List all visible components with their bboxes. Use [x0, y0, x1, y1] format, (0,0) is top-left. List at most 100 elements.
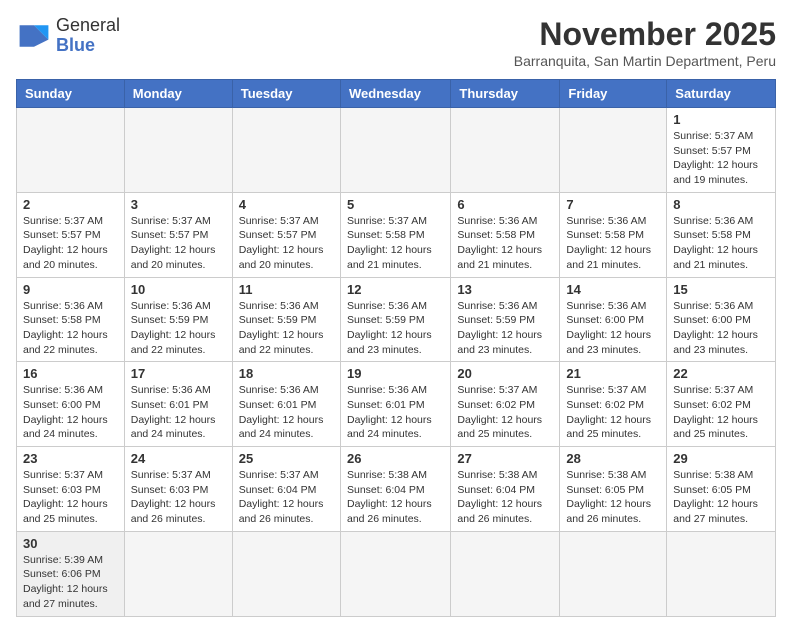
day-number: 14 — [566, 282, 660, 297]
day-info: Sunrise: 5:36 AM Sunset: 5:58 PM Dayligh… — [457, 214, 553, 273]
calendar-cell: 20 Sunrise: 5:37 AM Sunset: 6:02 PM Dayli… — [451, 362, 560, 447]
day-number: 10 — [131, 282, 226, 297]
day-info: Sunrise: 5:38 AM Sunset: 6:04 PM Dayligh… — [457, 468, 553, 527]
day-info: Sunrise: 5:36 AM Sunset: 5:59 PM Dayligh… — [347, 299, 444, 358]
calendar-cell — [451, 108, 560, 193]
calendar-cell — [667, 531, 776, 616]
day-info: Sunrise: 5:37 AM Sunset: 5:57 PM Dayligh… — [131, 214, 226, 273]
calendar-cell: 14 Sunrise: 5:36 AM Sunset: 6:00 PM Dayli… — [560, 277, 667, 362]
calendar-cell: 26 Sunrise: 5:38 AM Sunset: 6:04 PM Dayli… — [340, 447, 450, 532]
day-number: 4 — [239, 197, 334, 212]
day-info: Sunrise: 5:36 AM Sunset: 6:01 PM Dayligh… — [239, 383, 334, 442]
day-info: Sunrise: 5:38 AM Sunset: 6:04 PM Dayligh… — [347, 468, 444, 527]
calendar-week-row: 23 Sunrise: 5:37 AM Sunset: 6:03 PM Dayli… — [17, 447, 776, 532]
day-info: Sunrise: 5:36 AM Sunset: 5:59 PM Dayligh… — [457, 299, 553, 358]
day-number: 21 — [566, 366, 660, 381]
calendar-cell: 16 Sunrise: 5:36 AM Sunset: 6:00 PM Dayli… — [17, 362, 125, 447]
calendar-cell — [17, 108, 125, 193]
logo-text: General Blue — [56, 16, 120, 56]
calendar-cell — [124, 531, 232, 616]
day-number: 29 — [673, 451, 769, 466]
header: General Blue November 2025 Barranquita, … — [16, 16, 776, 69]
day-number: 24 — [131, 451, 226, 466]
calendar-week-row: 30Sunrise: 5:39 AM Sunset: 6:06 PM Dayli… — [17, 531, 776, 616]
calendar-cell — [340, 531, 450, 616]
day-info: Sunrise: 5:36 AM Sunset: 6:00 PM Dayligh… — [23, 383, 118, 442]
weekday-header-sunday: Sunday — [17, 80, 125, 108]
calendar-week-row: 9 Sunrise: 5:36 AM Sunset: 5:58 PM Daylig… — [17, 277, 776, 362]
day-info: Sunrise: 5:37 AM Sunset: 6:02 PM Dayligh… — [566, 383, 660, 442]
day-info: Sunrise: 5:36 AM Sunset: 5:59 PM Dayligh… — [239, 299, 334, 358]
logo: General Blue — [16, 16, 120, 56]
day-number: 20 — [457, 366, 553, 381]
day-number: 25 — [239, 451, 334, 466]
location-subtitle: Barranquita, San Martin Department, Peru — [514, 53, 776, 69]
calendar-cell: 24 Sunrise: 5:37 AM Sunset: 6:03 PM Dayli… — [124, 447, 232, 532]
logo-icon — [16, 18, 52, 54]
day-number: 8 — [673, 197, 769, 212]
day-info: Sunrise: 5:36 AM Sunset: 6:01 PM Dayligh… — [347, 383, 444, 442]
calendar-cell: 8 Sunrise: 5:36 AM Sunset: 5:58 PM Daylig… — [667, 192, 776, 277]
calendar-cell: 27Sunrise: 5:38 AM Sunset: 6:04 PM Dayli… — [451, 447, 560, 532]
calendar-cell: 19 Sunrise: 5:36 AM Sunset: 6:01 PM Dayli… — [340, 362, 450, 447]
day-number: 6 — [457, 197, 553, 212]
day-info: Sunrise: 5:37 AM Sunset: 6:02 PM Dayligh… — [457, 383, 553, 442]
calendar-week-row: 2 Sunrise: 5:37 AM Sunset: 5:57 PM Daylig… — [17, 192, 776, 277]
calendar-cell: 12 Sunrise: 5:36 AM Sunset: 5:59 PM Dayli… — [340, 277, 450, 362]
day-number: 11 — [239, 282, 334, 297]
day-info: Sunrise: 5:36 AM Sunset: 6:00 PM Dayligh… — [566, 299, 660, 358]
calendar-cell: 22 Sunrise: 5:37 AM Sunset: 6:02 PM Dayli… — [667, 362, 776, 447]
day-number: 3 — [131, 197, 226, 212]
day-info: Sunrise: 5:36 AM Sunset: 5:58 PM Dayligh… — [673, 214, 769, 273]
day-number: 22 — [673, 366, 769, 381]
day-info: Sunrise: 5:37 AM Sunset: 5:58 PM Dayligh… — [347, 214, 444, 273]
weekday-header-saturday: Saturday — [667, 80, 776, 108]
day-number: 30 — [23, 536, 118, 551]
calendar-cell: 23 Sunrise: 5:37 AM Sunset: 6:03 PM Dayli… — [17, 447, 125, 532]
day-info: Sunrise: 5:37 AM Sunset: 6:03 PM Dayligh… — [23, 468, 118, 527]
calendar-cell: 4 Sunrise: 5:37 AM Sunset: 5:57 PM Daylig… — [232, 192, 340, 277]
calendar-header-row: SundayMondayTuesdayWednesdayThursdayFrid… — [17, 80, 776, 108]
day-info: Sunrise: 5:36 AM Sunset: 5:58 PM Dayligh… — [23, 299, 118, 358]
weekday-header-friday: Friday — [560, 80, 667, 108]
calendar-cell: 17 Sunrise: 5:36 AM Sunset: 6:01 PM Dayli… — [124, 362, 232, 447]
calendar-cell: 10 Sunrise: 5:36 AM Sunset: 5:59 PM Dayli… — [124, 277, 232, 362]
day-number: 23 — [23, 451, 118, 466]
day-number: 12 — [347, 282, 444, 297]
day-info: Sunrise: 5:37 AM Sunset: 6:03 PM Dayligh… — [131, 468, 226, 527]
calendar-cell: 1Sunrise: 5:37 AM Sunset: 5:57 PM Daylig… — [667, 108, 776, 193]
day-info: Sunrise: 5:38 AM Sunset: 6:05 PM Dayligh… — [673, 468, 769, 527]
calendar-cell — [560, 531, 667, 616]
calendar-cell: 2Sunrise: 5:37 AM Sunset: 5:57 PM Daylig… — [17, 192, 125, 277]
calendar: SundayMondayTuesdayWednesdayThursdayFrid… — [16, 79, 776, 617]
calendar-cell: 9 Sunrise: 5:36 AM Sunset: 5:58 PM Daylig… — [17, 277, 125, 362]
day-info: Sunrise: 5:37 AM Sunset: 6:04 PM Dayligh… — [239, 468, 334, 527]
day-number: 15 — [673, 282, 769, 297]
day-number: 26 — [347, 451, 444, 466]
calendar-cell — [232, 108, 340, 193]
calendar-cell: 29 Sunrise: 5:38 AM Sunset: 6:05 PM Dayli… — [667, 447, 776, 532]
calendar-cell: 5Sunrise: 5:37 AM Sunset: 5:58 PM Daylig… — [340, 192, 450, 277]
calendar-week-row: 1Sunrise: 5:37 AM Sunset: 5:57 PM Daylig… — [17, 108, 776, 193]
day-number: 2 — [23, 197, 118, 212]
day-number: 17 — [131, 366, 226, 381]
calendar-week-row: 16 Sunrise: 5:36 AM Sunset: 6:00 PM Dayli… — [17, 362, 776, 447]
calendar-cell: 15Sunrise: 5:36 AM Sunset: 6:00 PM Dayli… — [667, 277, 776, 362]
calendar-cell — [124, 108, 232, 193]
day-number: 19 — [347, 366, 444, 381]
calendar-cell: 28Sunrise: 5:38 AM Sunset: 6:05 PM Dayli… — [560, 447, 667, 532]
weekday-header-wednesday: Wednesday — [340, 80, 450, 108]
day-info: Sunrise: 5:36 AM Sunset: 6:01 PM Dayligh… — [131, 383, 226, 442]
calendar-cell: 11 Sunrise: 5:36 AM Sunset: 5:59 PM Dayli… — [232, 277, 340, 362]
day-number: 9 — [23, 282, 118, 297]
day-number: 28 — [566, 451, 660, 466]
day-info: Sunrise: 5:37 AM Sunset: 5:57 PM Dayligh… — [239, 214, 334, 273]
day-number: 16 — [23, 366, 118, 381]
title-area: November 2025 Barranquita, San Martin De… — [514, 16, 776, 69]
day-info: Sunrise: 5:36 AM Sunset: 5:59 PM Dayligh… — [131, 299, 226, 358]
calendar-cell — [232, 531, 340, 616]
day-info: Sunrise: 5:37 AM Sunset: 6:02 PM Dayligh… — [673, 383, 769, 442]
weekday-header-tuesday: Tuesday — [232, 80, 340, 108]
calendar-cell — [340, 108, 450, 193]
day-number: 7 — [566, 197, 660, 212]
